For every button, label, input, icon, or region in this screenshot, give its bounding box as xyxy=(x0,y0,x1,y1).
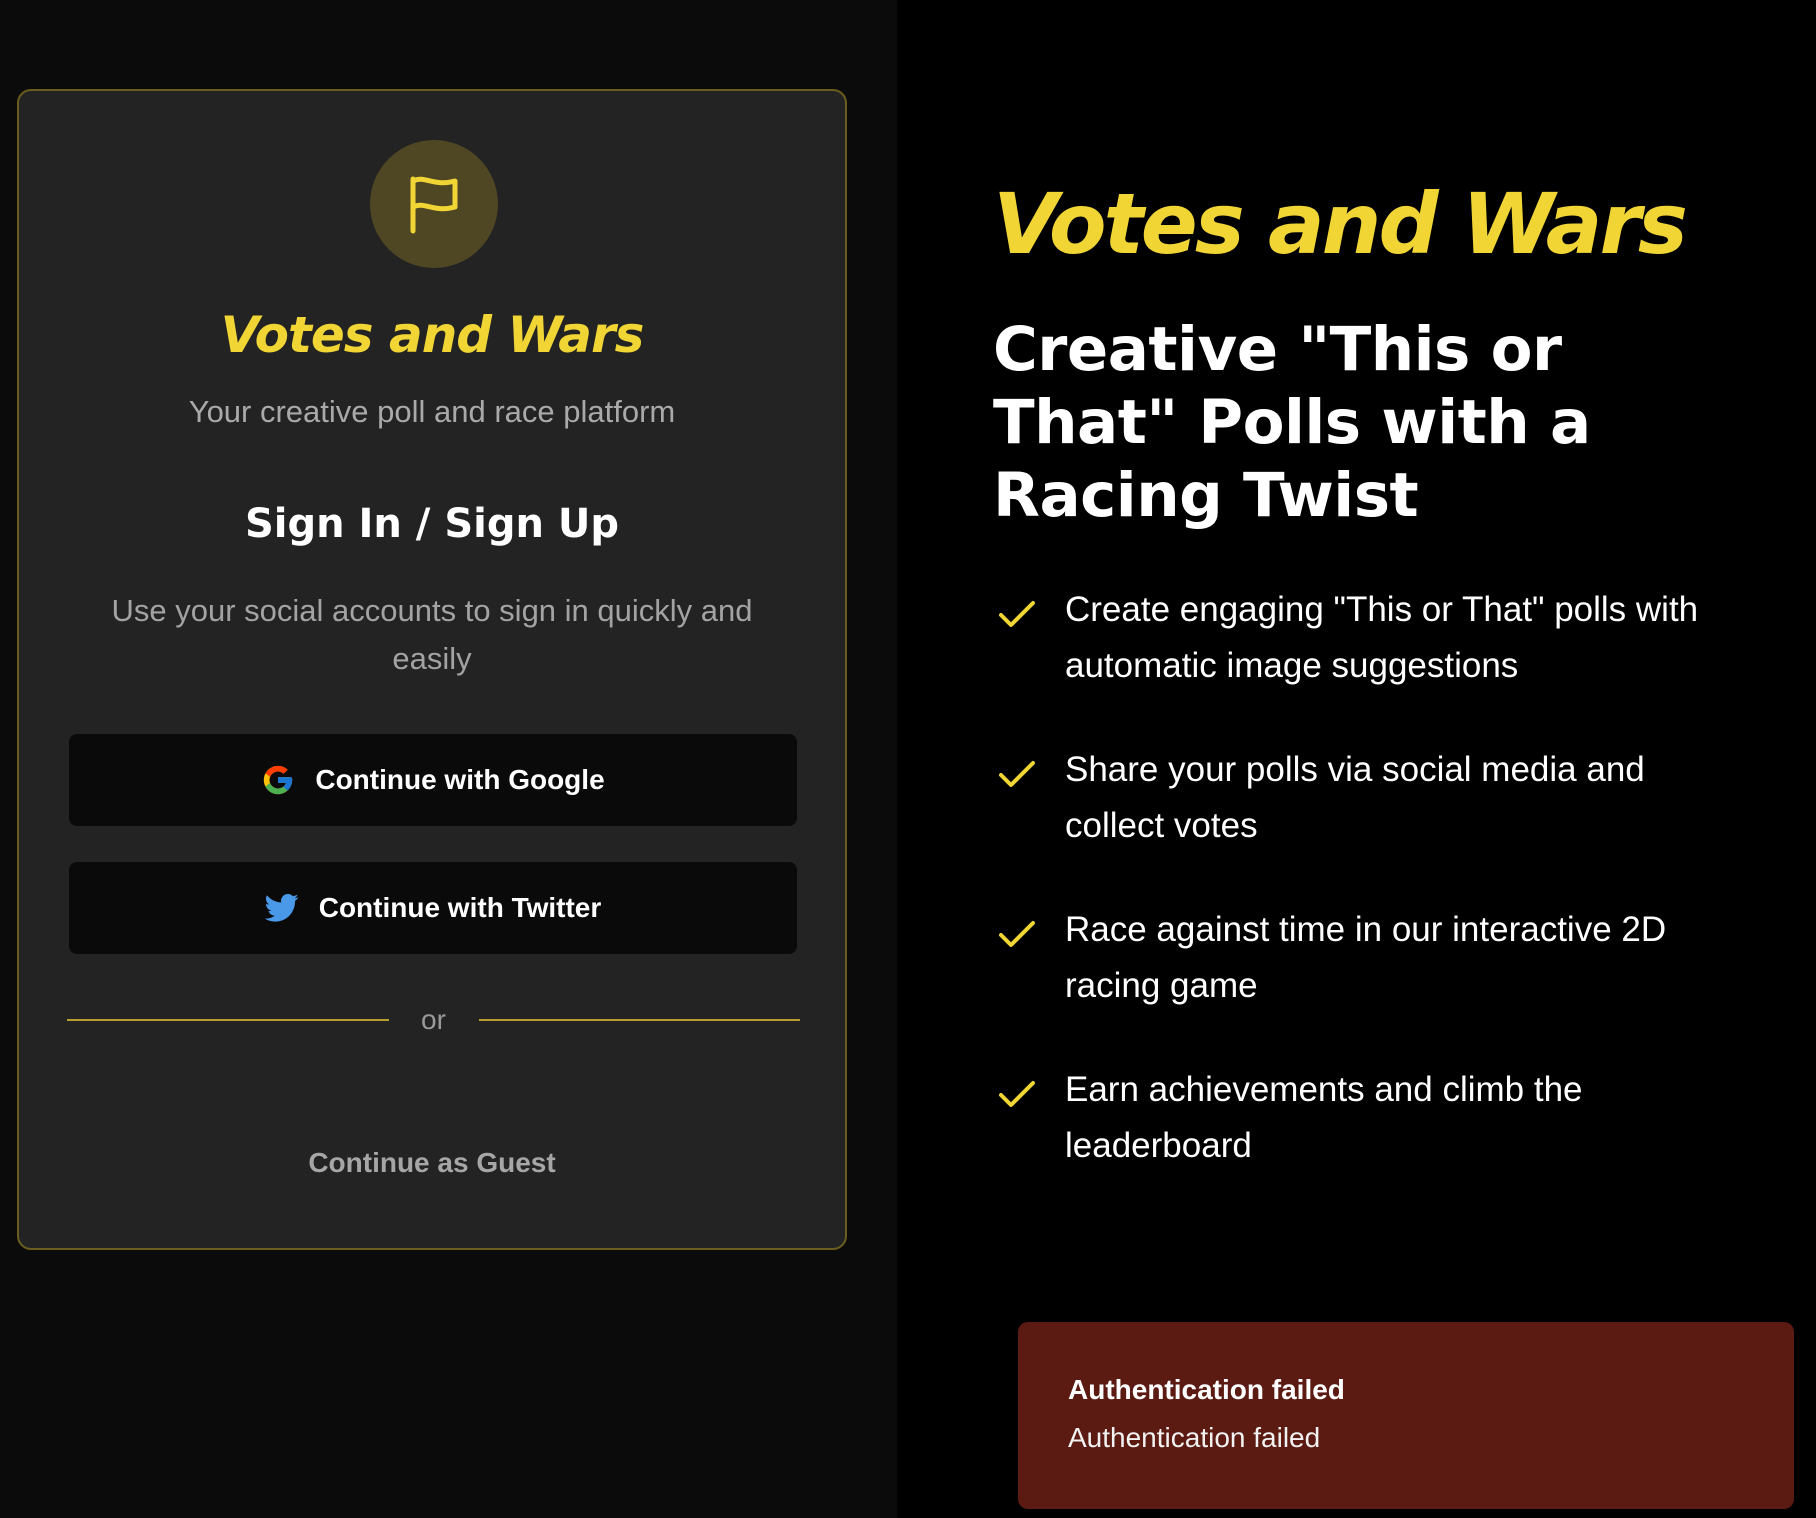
hero-brand-name: Votes and Wars xyxy=(993,175,1688,273)
divider-line-left xyxy=(67,1019,389,1021)
hero-headline: Creative "This or That" Polls with a Rac… xyxy=(993,314,1591,531)
card-brand-name: Votes and Wars xyxy=(220,306,645,364)
feature-item: Earn achievements and climb the leaderbo… xyxy=(993,1062,1753,1222)
divider-line-right xyxy=(478,1019,800,1021)
twitter-button-label: Continue with Twitter xyxy=(318,892,602,923)
tagline: Your creative poll and race platform xyxy=(188,394,676,429)
feature-text: Race against time in our interactive 2D … xyxy=(1065,910,1667,1005)
signin-title: Sign In / Sign Up xyxy=(244,501,620,547)
continue-with-twitter-button[interactable]: Continue with Twitter xyxy=(69,862,797,954)
or-divider: or xyxy=(67,1000,800,1040)
feature-item: Share your polls via social media and co… xyxy=(993,742,1753,902)
feature-text: Earn achievements and climb the leaderbo… xyxy=(1065,1070,1583,1165)
auth-card: Votes and Wars Your creative poll and ra… xyxy=(17,89,847,1250)
feature-text: Create engaging "This or That" polls wit… xyxy=(1065,590,1699,685)
google-button-label: Continue with Google xyxy=(315,764,605,795)
feature-item: Race against time in our interactive 2D … xyxy=(993,902,1753,1062)
feature-item: Create engaging "This or That" polls wit… xyxy=(993,582,1753,742)
continue-as-guest-link[interactable]: Continue as Guest xyxy=(19,1143,845,1183)
left-pane: Votes and Wars Your creative poll and ra… xyxy=(0,0,897,1518)
continue-with-google-button[interactable]: Continue with Google xyxy=(69,734,797,826)
toast-title: Authentication failed xyxy=(1068,1374,1345,1405)
google-icon xyxy=(264,765,293,795)
divider-text: or xyxy=(421,1004,446,1035)
check-icon xyxy=(999,921,1035,947)
feature-list: Create engaging "This or That" polls wit… xyxy=(993,582,1753,1222)
check-icon xyxy=(999,601,1035,627)
twitter-icon xyxy=(264,893,299,922)
check-icon xyxy=(999,761,1035,787)
logo-badge xyxy=(370,140,498,268)
toast-message: Authentication failed xyxy=(1068,1422,1321,1453)
check-icon xyxy=(999,1081,1035,1107)
feature-text: Share your polls via social media and co… xyxy=(1065,750,1645,845)
flag-icon xyxy=(410,176,458,234)
error-toast[interactable]: Authentication failed Authentication fai… xyxy=(1018,1322,1794,1509)
signin-subtitle: Use your social accounts to sign in quic… xyxy=(111,593,753,676)
